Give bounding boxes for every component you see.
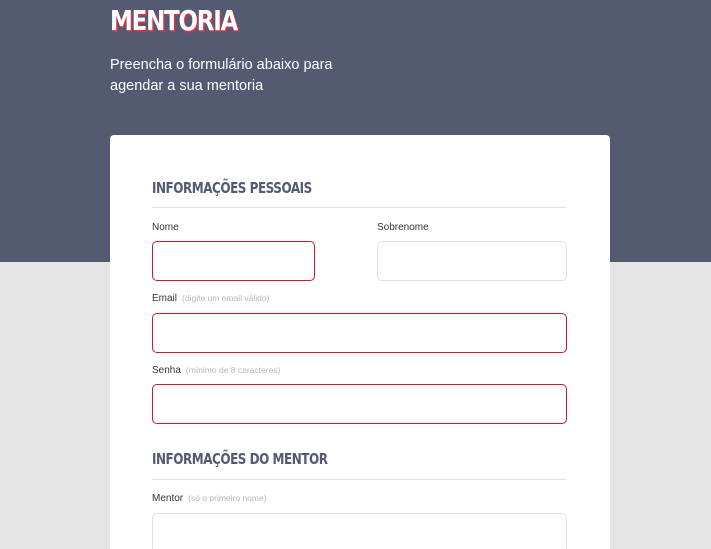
last-name-field[interactable] bbox=[377, 241, 567, 281]
first-name-field[interactable] bbox=[152, 241, 315, 281]
email-label: Email (digite um email válido) bbox=[152, 293, 269, 304]
mentoring-form: INFORMAÇÕES PESSOAIS Nome Sobrenome Emai… bbox=[110, 135, 610, 549]
email-field[interactable] bbox=[152, 313, 567, 353]
last-name-label: Sobrenome bbox=[377, 222, 429, 233]
mentor-field[interactable] bbox=[152, 513, 567, 549]
mentor-label: Mentor (só o primeiro nome) bbox=[152, 493, 267, 504]
email-hint: (digite um email válido) bbox=[182, 293, 270, 303]
email-label-text: Email bbox=[152, 293, 178, 304]
page-title: MENTORIA bbox=[110, 4, 238, 37]
last-name-label-text: Sobrenome bbox=[377, 222, 429, 233]
mentor-info-section-title: INFORMAÇÕES DO MENTOR bbox=[152, 450, 328, 468]
personal-info-section-title: INFORMAÇÕES PESSOAIS bbox=[152, 179, 312, 197]
mentor-hint: (só o primeiro nome) bbox=[188, 493, 267, 503]
first-name-label: Nome bbox=[152, 222, 179, 233]
password-hint: (mínimo de 8 caracteres) bbox=[185, 365, 281, 375]
first-name-label-text: Nome bbox=[152, 222, 179, 233]
page-subtitle: Preencha o formulário abaixo para agenda… bbox=[110, 57, 333, 94]
password-label-text: Senha bbox=[152, 365, 181, 376]
password-field[interactable] bbox=[152, 384, 567, 424]
mentor-label-text: Mentor bbox=[152, 493, 184, 504]
password-label: Senha (mínimo de 8 caracteres) bbox=[152, 365, 280, 376]
section-divider bbox=[152, 207, 567, 208]
section-divider bbox=[152, 479, 567, 480]
